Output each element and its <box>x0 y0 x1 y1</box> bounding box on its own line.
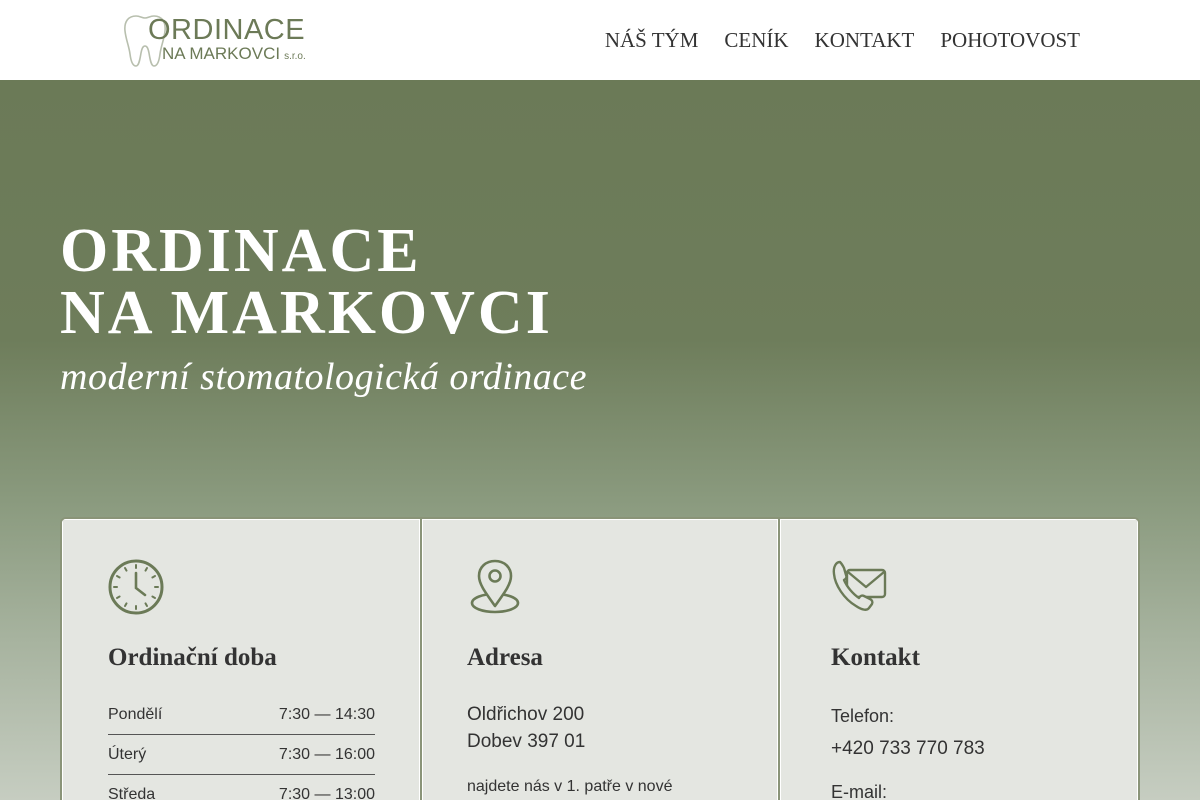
hours-time: 7:30 — 14:30 <box>278 705 375 723</box>
address-line-2: Dobev 397 01 <box>467 731 586 752</box>
logo-suffix: s.r.o. <box>284 51 306 62</box>
hours-card: Ordinační doba Pondělí 7:30 — 14:30 Úter… <box>62 519 420 800</box>
hours-title: Ordinační doba <box>108 644 277 671</box>
address-line-1: Oldřichov 200 <box>467 704 585 725</box>
nav-item-team[interactable]: NÁŠ TÝM <box>605 26 699 54</box>
hero-title: ORDINACE NA MARKOVCI <box>60 220 553 344</box>
hero-subtitle: moderní stomatologická ordinace <box>60 356 588 398</box>
map-pin-icon <box>470 559 520 614</box>
logo-text-sub: NA MARKOVCI s.r.o. <box>162 45 306 66</box>
address-card: Adresa Oldřichov 200 Dobev 397 01 najdet… <box>420 519 778 800</box>
hours-row: Úterý 7:30 — 16:00 <box>108 735 375 775</box>
hero-title-line-2: NA MARKOVCI <box>60 279 553 347</box>
hours-time: 7:30 — 16:00 <box>278 745 375 763</box>
clock-icon <box>108 559 164 615</box>
site-header: ORDINACE NA MARKOVCI s.r.o. NÁŠ TÝM CENÍK… <box>0 0 1200 80</box>
nav-item-contact[interactable]: KONTAKT <box>815 26 915 54</box>
logo[interactable]: ORDINACE NA MARKOVCI s.r.o. <box>122 12 312 70</box>
nav-item-pricing[interactable]: CENÍK <box>724 26 788 54</box>
hours-day: Úterý <box>108 745 147 763</box>
nav-item-emergency[interactable]: POHOTOVOST <box>940 26 1080 54</box>
main-nav: NÁŠ TÝM CENÍK KONTAKT POHOTOVOST <box>605 26 1080 54</box>
hours-row: Pondělí 7:30 — 14:30 <box>108 695 375 735</box>
contact-card: Kontakt Telefon: +420 733 770 783 E-mail… <box>778 519 1138 800</box>
address-note: najdete nás v 1. patře v nové <box>467 778 673 795</box>
hours-time: 7:30 — 13:00 <box>278 786 375 800</box>
phone-link[interactable]: +420 733 770 783 <box>831 737 1098 761</box>
hero-title-line-1: ORDINACE <box>60 217 422 285</box>
phone-mail-icon <box>832 560 887 611</box>
info-cards: Ordinační doba Pondělí 7:30 — 14:30 Úter… <box>60 517 1140 800</box>
hours-table: Pondělí 7:30 — 14:30 Úterý 7:30 — 16:00 … <box>108 695 375 800</box>
contact-title: Kontakt <box>831 644 920 671</box>
hours-day: Pondělí <box>108 705 163 723</box>
phone-label: Telefon: <box>831 706 895 726</box>
hours-row: Středa 7:30 — 13:00 <box>108 775 375 800</box>
hours-day: Středa <box>108 786 156 800</box>
logo-text-sub-name: NA MARKOVCI <box>162 44 281 63</box>
address-title: Adresa <box>467 644 543 671</box>
address-text: Oldřichov 200 Dobev 397 01 <box>467 701 738 755</box>
email-label: E-mail: <box>831 782 888 800</box>
logo-text-main: ORDINACE <box>148 14 306 46</box>
